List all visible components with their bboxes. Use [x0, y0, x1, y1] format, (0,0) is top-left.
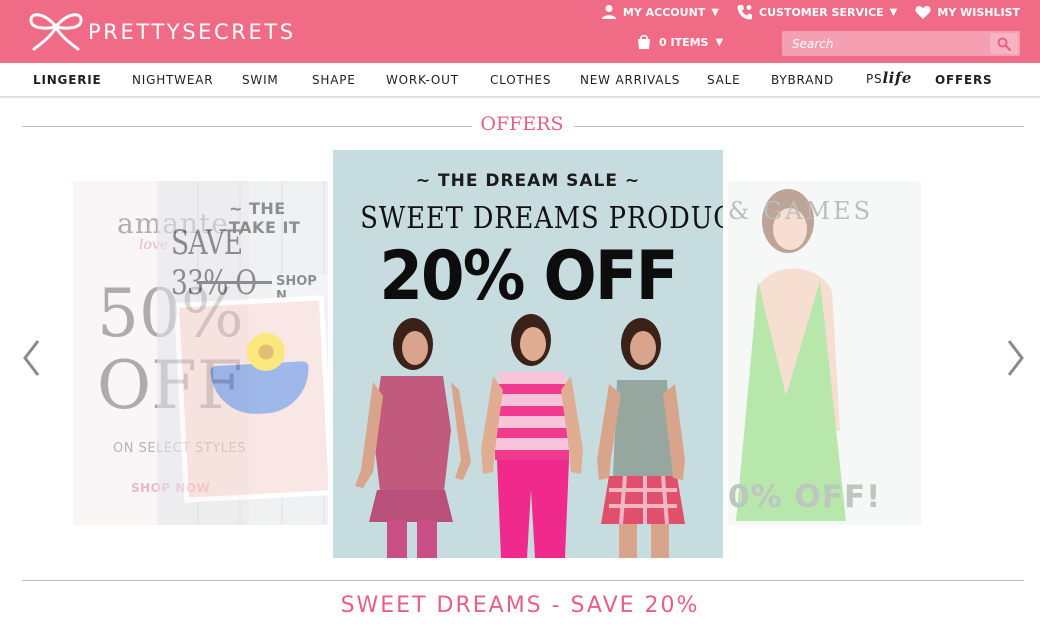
search-icon — [997, 37, 1011, 51]
shopping-bag-icon — [638, 34, 650, 49]
section-divider — [22, 580, 1024, 581]
user-icon — [601, 5, 616, 19]
nav-item-pslife[interactable]: PSlife — [866, 69, 912, 87]
carousel-slide-games[interactable]: & GAMES 0% OFF! — [728, 181, 921, 525]
header-links: MY ACCOUNT ▼ CUSTOMER SERVICE ▼ MY WISHL… — [601, 3, 1020, 21]
carousel-prev-button[interactable] — [21, 338, 43, 378]
nav-item-clothes[interactable]: CLOTHES — [490, 73, 551, 87]
chevron-down-icon: ▼ — [711, 6, 720, 18]
nav-item-work-out[interactable]: WORK-OUT — [386, 73, 459, 87]
bow-logo-icon — [29, 13, 83, 51]
section-divider — [22, 126, 472, 127]
brand-name: PRETTYSECRETS — [88, 20, 296, 44]
chevron-down-icon: ▼ — [889, 6, 898, 18]
customer-service-label: CUSTOMER SERVICE — [759, 5, 884, 19]
carousel-slide-takeit[interactable]: ~ THE TAKE IT SAVE 33% O SHOP N — [157, 181, 328, 525]
wishlist-link[interactable]: MY WISHLIST — [915, 4, 1020, 20]
slide-headline: SWEET DREAMS PRODUCTS AT — [360, 201, 723, 236]
phone-icon — [737, 5, 753, 20]
chevron-right-icon — [1007, 340, 1024, 376]
my-account-label: MY ACCOUNT — [622, 5, 706, 19]
search-input[interactable] — [782, 31, 988, 56]
nav-item-offers[interactable]: OFFERS — [935, 73, 992, 87]
nav-item-nightwear[interactable]: NIGHTWEAR — [132, 73, 213, 87]
heart-icon — [915, 6, 931, 19]
chevron-left-icon — [23, 340, 40, 376]
nav-item-shape[interactable]: SHAPE — [312, 73, 356, 87]
nav-item-swim[interactable]: SWIM — [242, 73, 279, 87]
section-divider — [574, 126, 1024, 127]
slide-kicker: ~ THE DREAM SALE ~ — [415, 171, 641, 191]
offers-heading: OFFERS — [480, 113, 564, 135]
nav-item-new-arrivals[interactable]: NEW ARRIVALS — [580, 73, 680, 87]
cart-menu[interactable]: 0 ITEMS ▼ — [636, 34, 723, 50]
slide-title: & GAMES — [728, 197, 874, 225]
main-nav: LINGERIE NIGHTWEAR SWIM SHAPE WORK-OUT C… — [0, 63, 1040, 97]
carousel-slide-dream-sale[interactable]: ~ THE DREAM SALE ~ SWEET DREAMS PRODUCTS… — [333, 150, 723, 558]
my-account-menu[interactable]: MY ACCOUNT ▼ — [601, 4, 719, 20]
carousel-next-button[interactable] — [1004, 338, 1026, 378]
wishlist-label: MY WISHLIST — [937, 5, 1020, 19]
chevron-down-icon: ▼ — [715, 36, 724, 48]
search-box — [782, 31, 1020, 56]
nav-item-lingerie[interactable]: LINGERIE — [33, 73, 102, 87]
header-bar: PRETTYSECRETS MY ACCOUNT ▼ CUSTOMER SERV… — [0, 0, 1040, 63]
search-button[interactable] — [990, 33, 1018, 54]
product-photo — [173, 295, 328, 503]
promo-title: SWEET DREAMS - SAVE 20% — [340, 593, 700, 618]
cart-count: 0 ITEMS — [659, 35, 709, 49]
slide-discount: 0% OFF! — [728, 479, 882, 515]
logo[interactable]: PRETTYSECRETS — [26, 9, 296, 53]
customer-service-menu[interactable]: CUSTOMER SERVICE ▼ — [737, 4, 897, 20]
nav-item-bybrand[interactable]: BYBRAND — [771, 73, 834, 87]
pslife-suffix: life — [882, 69, 912, 87]
model-image — [736, 189, 846, 521]
pslife-prefix: PS — [866, 72, 883, 86]
models-image — [355, 314, 685, 558]
flower-decoration — [247, 333, 285, 371]
nav-item-sale[interactable]: SALE — [707, 73, 741, 87]
slide-discount: 20% OFF — [379, 237, 678, 316]
